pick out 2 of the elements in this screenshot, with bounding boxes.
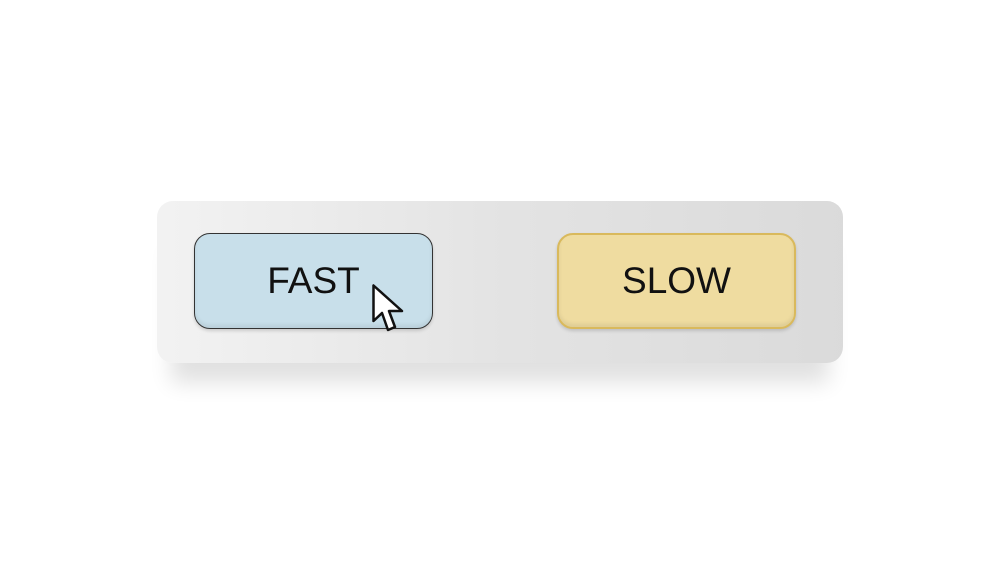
option-button[interactable]: SLOW xyxy=(557,232,796,328)
option-button[interactable]: FAST xyxy=(194,232,433,328)
